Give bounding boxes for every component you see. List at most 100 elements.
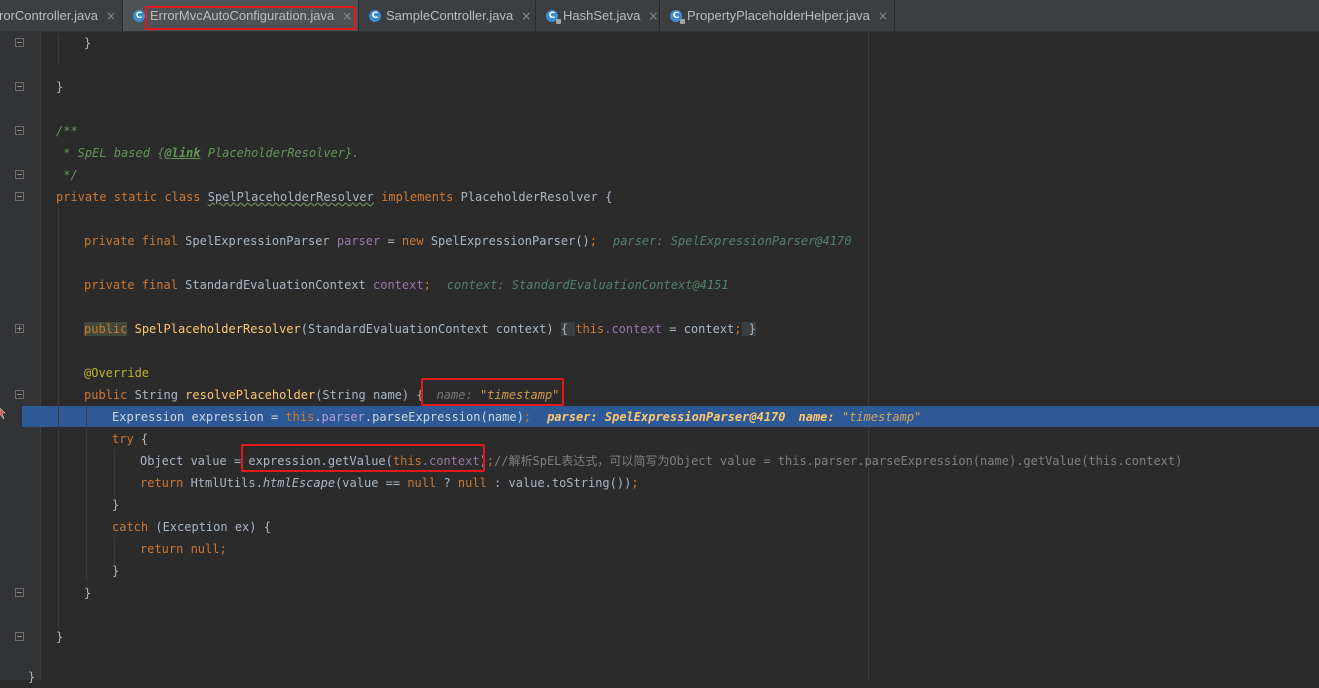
declaration: Expression expression = xyxy=(112,410,286,424)
method-declaration-line[interactable]: public String resolvePlaceholder(String … xyxy=(84,384,559,406)
inline-debug-label: name: xyxy=(798,410,842,424)
keyword: null xyxy=(457,476,487,490)
catch-line[interactable]: catch (Exception ex) { xyxy=(112,516,271,538)
close-icon[interactable]: × xyxy=(106,9,116,23)
code-line[interactable]: } xyxy=(84,582,91,604)
keyword: new xyxy=(401,234,431,248)
method-call: .parseExpression(name) xyxy=(364,410,524,424)
breakpoint-icon[interactable] xyxy=(0,406,7,420)
keyword: catch xyxy=(112,520,149,534)
annotation-line[interactable]: @Override xyxy=(84,362,149,384)
indent-guide xyxy=(86,405,87,581)
code-line[interactable]: } xyxy=(112,560,119,582)
field-name: parser xyxy=(336,234,381,248)
type-name: String xyxy=(134,388,186,402)
brace: } xyxy=(112,498,120,512)
fold-marker[interactable] xyxy=(15,38,24,47)
try-line[interactable]: try { xyxy=(112,428,148,450)
doc-link-tag: @link xyxy=(164,146,201,160)
code-line[interactable]: } xyxy=(56,76,63,98)
tab-error-controller[interactable]: rorController.java × xyxy=(0,0,123,31)
brace: } xyxy=(56,630,64,644)
semicolon: ; xyxy=(734,322,742,336)
doc-comment: PlaceholderResolver}. xyxy=(200,146,360,160)
keyword: null xyxy=(407,476,437,490)
indent-guide xyxy=(58,34,59,64)
fold-marker[interactable] xyxy=(15,588,24,597)
field-context-line[interactable]: private final StandardEvaluationContext … xyxy=(84,274,729,296)
keyword: return xyxy=(140,476,191,490)
fold-expand-marker[interactable] xyxy=(15,324,24,333)
semicolon: ; xyxy=(523,410,532,424)
assignment: = context xyxy=(662,322,735,336)
keyword: return xyxy=(140,542,191,556)
close-icon[interactable]: × xyxy=(342,9,352,23)
class-name: HtmlUtils. xyxy=(190,476,263,490)
keyword: this xyxy=(392,454,422,468)
tab-label: ErrorMvcAutoConfiguration.java xyxy=(150,8,335,23)
execution-point-line[interactable]: Expression expression = this.parser.pars… xyxy=(112,406,921,428)
type-name: StandardEvaluationContext xyxy=(185,278,373,292)
class-declaration-line[interactable]: private static class SpelPlaceholderReso… xyxy=(56,186,612,208)
inline-debug-value: "timestamp" xyxy=(479,388,560,402)
fold-marker[interactable] xyxy=(15,390,24,399)
doc-comment-line[interactable]: */ xyxy=(56,164,78,186)
close-icon[interactable]: × xyxy=(648,9,658,23)
tab-sample-controller[interactable]: C SampleController.java × xyxy=(359,0,536,31)
keyword: implements xyxy=(373,190,461,204)
doc-comment: */ xyxy=(56,168,78,182)
code-line[interactable]: } xyxy=(28,666,35,688)
doc-comment-line[interactable]: /** xyxy=(56,120,78,142)
indent-guide xyxy=(114,449,115,499)
brace: { xyxy=(133,432,149,446)
folded-brace: { xyxy=(560,322,576,336)
code-line[interactable]: } xyxy=(84,32,91,54)
fold-marker[interactable] xyxy=(15,126,24,135)
fold-marker[interactable] xyxy=(15,632,24,641)
override-annotation: @Override xyxy=(84,366,150,380)
brace: } xyxy=(84,586,92,600)
keyword: try xyxy=(112,432,134,446)
close-icon[interactable]: × xyxy=(878,9,888,23)
tab-label: SampleController.java xyxy=(386,8,514,23)
paren: ) xyxy=(479,454,487,468)
field-parser-line[interactable]: private final SpelExpressionParser parse… xyxy=(84,230,851,252)
fold-marker[interactable] xyxy=(15,170,24,179)
code-token: } xyxy=(84,36,92,50)
line-comment: //解析SpEL表达式，可以简写为Object value = this.par… xyxy=(494,454,1183,468)
method-call: expression.getValue( xyxy=(248,454,393,468)
tab-error-mvc-auto-configuration[interactable]: C ErrorMvcAutoConfiguration.java × xyxy=(123,0,359,31)
tab-label: HashSet.java xyxy=(563,8,641,23)
keyword: this xyxy=(285,410,315,424)
parameters: (String name) { xyxy=(315,388,424,402)
return-null-line[interactable]: return null; xyxy=(140,538,227,560)
editor-tab-bar: rorController.java × C ErrorMvcAutoConfi… xyxy=(0,0,1319,32)
code-line[interactable]: } xyxy=(56,626,63,648)
doc-comment: /** xyxy=(56,124,78,138)
return-line[interactable]: return HtmlUtils.htmlEscape(value == nul… xyxy=(140,472,639,494)
inline-debug-value: parser: SpelExpressionParser@4170 xyxy=(613,234,852,248)
fold-marker[interactable] xyxy=(15,82,24,91)
semicolon: ; xyxy=(423,278,431,292)
expression: : value.toString()) xyxy=(486,476,632,490)
keyword: this xyxy=(575,322,605,336)
class-icon: C xyxy=(369,9,381,22)
fold-marker[interactable] xyxy=(15,192,24,201)
code-line[interactable]: } xyxy=(112,494,119,516)
method-name: resolvePlaceholder xyxy=(185,388,316,402)
get-value-line[interactable]: Object value = expression.getValue(this.… xyxy=(140,450,1182,472)
operator: ? xyxy=(436,476,458,490)
keyword: public xyxy=(84,388,135,402)
field-name: context xyxy=(373,278,424,292)
doc-comment-line[interactable]: * SpEL based {@link PlaceholderResolver}… xyxy=(56,142,359,164)
constructor-line[interactable]: public SpelPlaceholderResolver(StandardE… xyxy=(84,318,756,340)
brace: } xyxy=(28,670,36,684)
tab-hashset[interactable]: C HashSet.java × xyxy=(536,0,660,31)
tab-property-placeholder-helper[interactable]: C PropertyPlaceholderHelper.java × xyxy=(660,0,895,31)
arguments: (value == xyxy=(335,476,408,490)
parameters: (StandardEvaluationContext context) xyxy=(300,322,561,336)
brace: } xyxy=(112,564,120,578)
doc-comment: * SpEL based { xyxy=(56,146,165,160)
close-icon[interactable]: × xyxy=(521,9,531,23)
semicolon: ; xyxy=(589,234,598,248)
